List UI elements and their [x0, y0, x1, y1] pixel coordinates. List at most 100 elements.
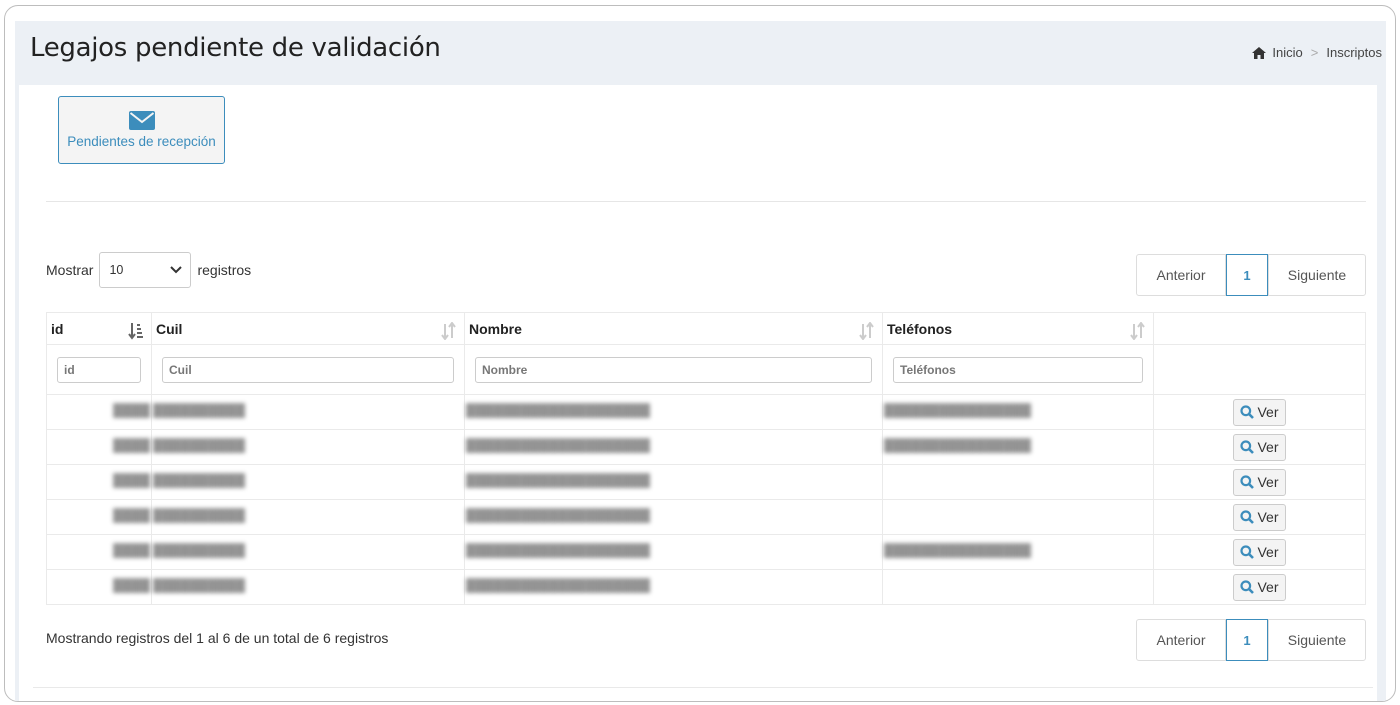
filter-cell-cuil	[151, 344, 465, 395]
page-title: Legajos pendiente de validación	[30, 33, 441, 63]
ver-label: Ver	[1257, 474, 1279, 490]
search-icon	[1240, 405, 1255, 419]
ver-button[interactable]: Ver	[1233, 468, 1286, 496]
length-suffix: registros	[197, 262, 252, 278]
page-size-select[interactable]: 10	[99, 252, 192, 288]
cell-id: ████	[113, 508, 150, 523]
envelope-icon	[128, 111, 155, 130]
records-table: id Cuil Nombre Teléfonos id Cuil Nombre …	[46, 312, 1366, 605]
table-info: Mostrando registros del 1 al 6 de un tot…	[46, 630, 389, 646]
pagination-top: Anterior 1 Siguiente	[1136, 254, 1366, 296]
table-row: ████ ██████████ ████████████████████ Ver	[46, 569, 1366, 605]
table-row: ████ ██████████ ████████████████████ Ver	[46, 499, 1366, 535]
search-icon	[1240, 440, 1255, 454]
pagination-prev-button[interactable]: Anterior	[1136, 254, 1226, 296]
sort-icon	[859, 322, 874, 340]
home-icon	[1252, 46, 1267, 59]
sort-icon	[1130, 322, 1145, 340]
pagination-page-1[interactable]: 1	[1226, 254, 1268, 296]
box-footer-divider	[33, 687, 1373, 688]
breadcrumb-separator: >	[1310, 45, 1319, 60]
column-header-telefonos[interactable]: Teléfonos	[882, 312, 1154, 345]
ver-label: Ver	[1257, 579, 1279, 595]
cell-cuil: ██████████	[153, 403, 246, 418]
ver-button[interactable]: Ver	[1233, 538, 1286, 566]
ver-label: Ver	[1257, 509, 1279, 525]
ver-button[interactable]: Ver	[1233, 398, 1286, 426]
cell-nombre: ████████████████████	[466, 403, 651, 418]
ver-label: Ver	[1257, 439, 1279, 455]
table-row: ████ ██████████ ████████████████████ ███…	[46, 534, 1366, 570]
cell-telefonos: ████████████████	[884, 543, 1032, 558]
cell-nombre: ████████████████████	[466, 473, 651, 488]
table-header-row: id Cuil Nombre Teléfonos	[46, 312, 1366, 345]
filter-cell-nombre	[464, 344, 883, 395]
ver-label: Ver	[1257, 404, 1279, 420]
search-icon	[1240, 580, 1255, 594]
table-row: ████ ██████████ ████████████████████ ███…	[46, 394, 1366, 430]
cell-id: ████	[113, 543, 150, 558]
cell-id: ████	[113, 438, 150, 453]
pagination-next-button[interactable]: Siguiente	[1268, 254, 1366, 296]
page-size-value: 10	[109, 263, 124, 277]
cell-cuil: ██████████	[153, 508, 246, 523]
cell-telefonos: ████████████████	[884, 438, 1032, 453]
column-id-label: id	[51, 320, 64, 337]
cell-cuil: ██████████	[153, 578, 246, 593]
cell-id: ████	[113, 578, 150, 593]
pagination-prev-button[interactable]: Anterior	[1136, 619, 1226, 661]
ver-button[interactable]: Ver	[1233, 573, 1286, 601]
cell-nombre: ████████████████████	[466, 438, 651, 453]
content-header: Legajos pendiente de validación Inicio >…	[15, 21, 1386, 83]
pendientes-recepcion-label: Pendientes de recepción	[67, 134, 216, 149]
ver-button[interactable]: Ver	[1233, 433, 1286, 461]
length-menu: Mostrar 10 registros	[46, 252, 251, 288]
cell-nombre: ████████████████████	[466, 543, 651, 558]
cell-id: ████	[113, 403, 150, 418]
search-icon	[1240, 510, 1255, 524]
column-telefonos-label: Teléfonos	[887, 320, 953, 337]
cell-cuil: ██████████	[153, 438, 246, 453]
divider	[46, 201, 1366, 202]
length-prefix: Mostrar	[46, 262, 94, 278]
filter-cell-telefonos	[882, 344, 1154, 395]
column-header-actions	[1153, 312, 1366, 345]
filter-telefonos-input[interactable]	[893, 356, 1143, 383]
column-header-id[interactable]: id	[46, 312, 152, 345]
search-icon	[1240, 545, 1255, 559]
filter-cell-id	[46, 344, 152, 395]
chevron-down-icon	[170, 266, 183, 274]
table-row: ████ ██████████ ████████████████████ Ver	[46, 464, 1366, 500]
breadcrumb: Inicio > Inscriptos	[1252, 45, 1382, 60]
ver-button[interactable]: Ver	[1233, 503, 1286, 531]
column-nombre-label: Nombre	[469, 320, 522, 337]
search-icon	[1240, 475, 1255, 489]
content-wrapper: Legajos pendiente de validación Inicio >…	[15, 21, 1386, 701]
filter-cell-actions	[1153, 344, 1366, 395]
column-header-cuil[interactable]: Cuil	[151, 312, 465, 345]
sort-asc-icon	[128, 323, 143, 340]
filter-row	[46, 344, 1366, 395]
cell-telefonos: ████████████████	[884, 403, 1032, 418]
cell-nombre: ████████████████████	[466, 578, 651, 593]
window-frame: Legajos pendiente de validación Inicio >…	[4, 5, 1396, 702]
sort-icon	[441, 322, 456, 340]
filter-id-input[interactable]	[57, 356, 141, 383]
pagination-next-button[interactable]: Siguiente	[1268, 619, 1366, 661]
filter-cuil-input[interactable]	[162, 356, 454, 383]
pendientes-recepcion-button[interactable]: Pendientes de recepción	[58, 96, 225, 164]
column-header-nombre[interactable]: Nombre	[464, 312, 883, 345]
breadcrumb-home-label: Inicio	[1272, 45, 1303, 60]
filter-nombre-input[interactable]	[475, 356, 872, 383]
pagination-page-1[interactable]: 1	[1226, 619, 1268, 661]
cell-id: ████	[113, 473, 150, 488]
cell-cuil: ██████████	[153, 473, 246, 488]
main-box: Pendientes de recepción Mostrar 10 regis…	[19, 85, 1377, 701]
breadcrumb-home-link[interactable]: Inicio	[1252, 45, 1303, 60]
column-cuil-label: Cuil	[156, 320, 183, 337]
cell-cuil: ██████████	[153, 543, 246, 558]
breadcrumb-current: Inscriptos	[1326, 45, 1382, 60]
ver-label: Ver	[1257, 544, 1279, 560]
table-row: ████ ██████████ ████████████████████ ███…	[46, 429, 1366, 465]
cell-nombre: ████████████████████	[466, 508, 651, 523]
